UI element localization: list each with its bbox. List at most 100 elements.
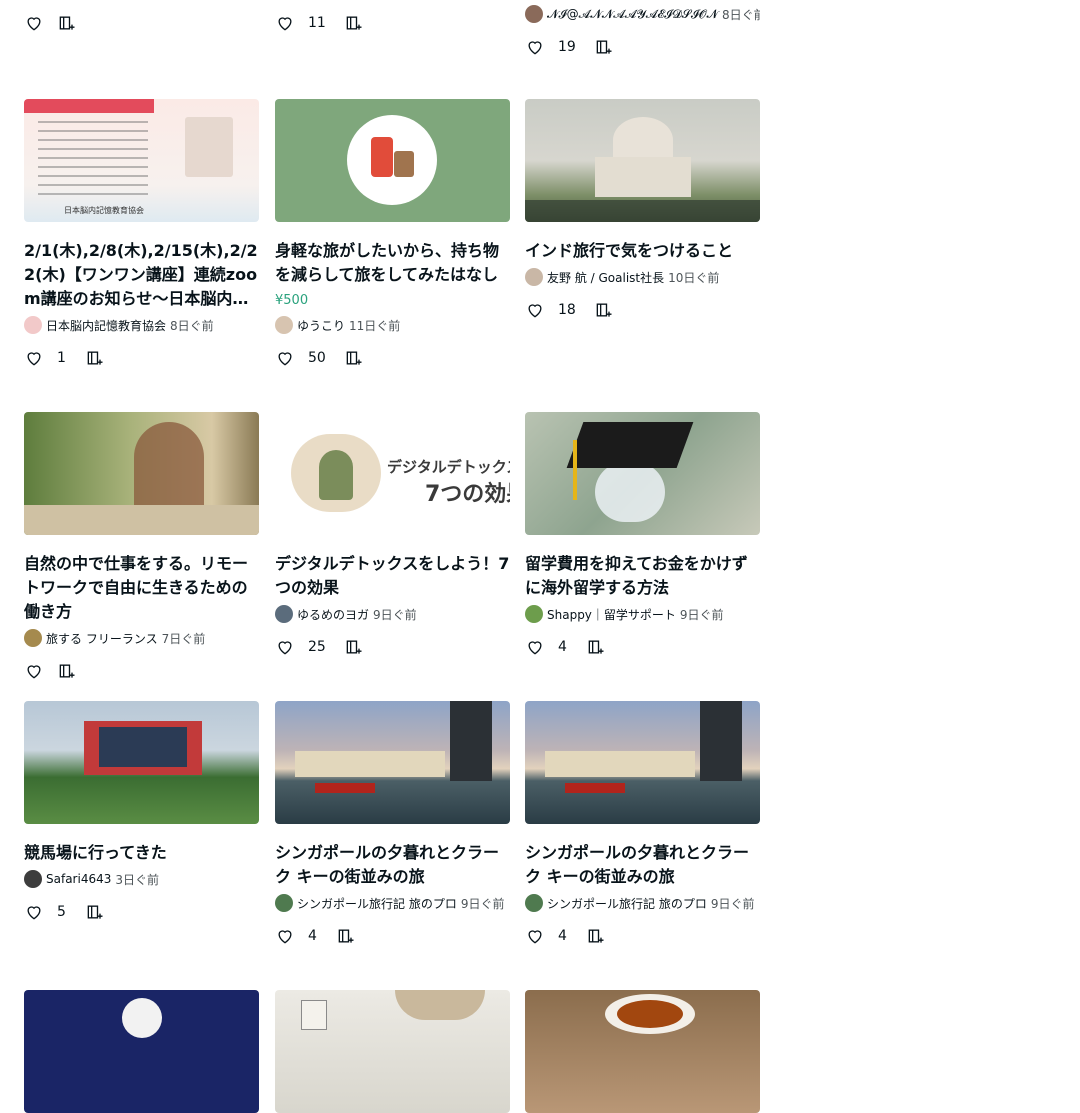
heart-icon bbox=[528, 304, 542, 318]
card-meta: Safari4643 3日ぐ前 bbox=[24, 870, 259, 888]
like-button[interactable]: 19 bbox=[525, 37, 576, 57]
avatar[interactable] bbox=[275, 894, 293, 912]
card-thumbnail[interactable]: デジタルデトックス 7つの効果 bbox=[275, 412, 510, 535]
like-button[interactable]: 11 bbox=[275, 13, 326, 33]
article-card[interactable]: シンガポールの夕暮れとクラーク キーの街並みの旅 シンガポール旅行記 旅のプロ … bbox=[275, 701, 510, 948]
avatar[interactable] bbox=[24, 629, 42, 647]
card-title[interactable]: シンガポールの夕暮れとクラーク キーの街並みの旅 bbox=[275, 841, 510, 889]
avatar[interactable] bbox=[525, 894, 543, 912]
card-actions: 4 bbox=[275, 924, 510, 948]
avatar[interactable] bbox=[275, 316, 293, 334]
avatar[interactable] bbox=[275, 605, 293, 623]
article-card[interactable]: 日本脳内記憶教育協会 2/1(木),2/8(木),2/15(木),2/22(木)… bbox=[24, 99, 259, 370]
author-name[interactable]: Shappy｜留学サポート bbox=[547, 606, 676, 623]
add-to-magazine-icon[interactable] bbox=[85, 902, 105, 922]
avatar[interactable] bbox=[525, 268, 543, 286]
author-name[interactable]: ゆうこり bbox=[297, 317, 345, 334]
article-card[interactable]: 身軽な旅がしたいから、持ち物を減らして旅をしてみたはなし ¥500 ゆうこり 1… bbox=[275, 99, 510, 370]
card-thumbnail[interactable]: 日本脳内記憶教育協会 bbox=[24, 99, 259, 222]
add-to-magazine-icon[interactable] bbox=[594, 37, 614, 57]
card-title[interactable]: インド旅行で気をつけること bbox=[525, 239, 760, 263]
author-name[interactable]: Safari4643 bbox=[46, 872, 111, 886]
add-to-magazine-icon[interactable] bbox=[85, 348, 105, 368]
card-meta: ゆるめのヨガ 9日ぐ前 bbox=[275, 605, 510, 623]
article-card[interactable] bbox=[525, 990, 760, 1113]
add-to-magazine-icon[interactable] bbox=[344, 637, 364, 657]
like-count: 18 bbox=[558, 302, 576, 318]
card-thumbnail[interactable] bbox=[525, 701, 760, 824]
like-count: 11 bbox=[308, 15, 326, 31]
author-name[interactable]: 旅する フリーランス bbox=[46, 630, 158, 647]
like-count: 5 bbox=[57, 904, 66, 920]
published-time: 11日ぐ前 bbox=[349, 318, 401, 333]
like-button[interactable]: 50 bbox=[275, 348, 326, 368]
add-to-magazine-icon[interactable] bbox=[586, 926, 606, 946]
card-meta: 日本脳内記憶教育協会 8日ぐ前 bbox=[24, 316, 259, 334]
add-to-magazine-icon[interactable] bbox=[344, 348, 364, 368]
article-card[interactable]: 自然の中で仕事をする。リモートワークで自由に生きるための働き方 旅する フリーラ… bbox=[24, 412, 259, 683]
add-to-magazine-icon[interactable] bbox=[57, 661, 77, 681]
add-to-magazine-icon[interactable] bbox=[336, 926, 356, 946]
article-card[interactable]: シンガポールの夕暮れとクラーク キーの街並みの旅 シンガポール旅行記 旅のプロ … bbox=[525, 701, 760, 948]
like-button[interactable]: 25 bbox=[275, 637, 326, 657]
card-title[interactable]: 身軽な旅がしたいから、持ち物を減らして旅をしてみたはなし bbox=[275, 239, 510, 287]
card-thumbnail[interactable] bbox=[275, 990, 510, 1113]
like-button[interactable]: 18 bbox=[525, 300, 576, 320]
article-card[interactable]: 11 bbox=[275, 0, 510, 35]
author-name[interactable]: シンガポール旅行記 旅のプロ bbox=[297, 895, 457, 912]
like-count: 1 bbox=[57, 350, 66, 366]
card-meta: 旅する フリーランス 7日ぐ前 bbox=[24, 629, 259, 647]
add-to-magazine-icon[interactable] bbox=[57, 13, 77, 33]
article-card[interactable] bbox=[275, 990, 510, 1113]
thumbnail-subheading: 7つの効果 bbox=[425, 482, 510, 507]
avatar[interactable] bbox=[525, 605, 543, 623]
author-name[interactable]: ゆるめのヨガ bbox=[297, 606, 369, 623]
card-thumbnail[interactable] bbox=[525, 990, 760, 1113]
avatar[interactable] bbox=[24, 316, 42, 334]
author-name[interactable]: 友野 航 / Goalist社長 bbox=[547, 269, 664, 286]
card-title[interactable]: デジタルデトックスをしよう！7つの効果 bbox=[275, 552, 510, 600]
card-thumbnail[interactable] bbox=[24, 701, 259, 824]
add-to-magazine-icon[interactable] bbox=[594, 300, 614, 320]
heart-icon bbox=[528, 930, 542, 944]
thumbnail-caption: 日本脳内記憶教育協会 bbox=[64, 206, 144, 215]
avatar[interactable] bbox=[24, 870, 42, 888]
author-name[interactable]: シンガポール旅行記 旅のプロ bbox=[547, 895, 707, 912]
article-card[interactable]: 競馬場に行ってきた Safari4643 3日ぐ前 5 bbox=[24, 701, 259, 924]
like-button[interactable]: 1 bbox=[24, 348, 67, 368]
like-button[interactable]: 4 bbox=[275, 926, 318, 946]
card-title[interactable]: 2/1(木),2/8(木),2/15(木),2/22(木)【ワンワン講座】連続z… bbox=[24, 239, 259, 311]
like-count: 25 bbox=[308, 639, 326, 655]
card-thumbnail[interactable] bbox=[24, 990, 259, 1113]
article-card[interactable]: インド旅行で気をつけること 友野 航 / Goalist社長 10日ぐ前 18 bbox=[525, 99, 760, 322]
like-count: 19 bbox=[558, 39, 576, 55]
card-thumbnail[interactable] bbox=[275, 701, 510, 824]
card-thumbnail[interactable] bbox=[525, 99, 760, 222]
like-button[interactable]: 4 bbox=[525, 637, 568, 657]
article-card[interactable]: 𝓝𝓘@𝓐𝓝𝓝𝓐𝓐𝓨𝓐𝓔𝓘𝓓𝓢𝓘𝓞𝓝 8日ぐ前 19 bbox=[525, 0, 760, 59]
card-thumbnail[interactable] bbox=[525, 412, 760, 535]
like-button[interactable] bbox=[24, 13, 44, 33]
card-thumbnail[interactable] bbox=[24, 412, 259, 535]
article-card[interactable]: 留学費用を抑えてお金をかけずに海外留学する方法 Shappy｜留学サポート 9日… bbox=[525, 412, 760, 659]
card-title[interactable]: シンガポールの夕暮れとクラーク キーの街並みの旅 bbox=[525, 841, 760, 889]
author-name[interactable]: 日本脳内記憶教育協会 bbox=[46, 317, 166, 334]
author-name[interactable]: 𝓝𝓘@𝓐𝓝𝓝𝓐𝓐𝓨𝓐𝓔𝓘𝓓𝓢𝓘𝓞𝓝 bbox=[547, 7, 718, 22]
like-button[interactable]: 5 bbox=[24, 902, 67, 922]
article-card[interactable] bbox=[24, 990, 259, 1113]
article-card[interactable]: デジタルデトックス 7つの効果 デジタルデトックスをしよう！7つの効果 ゆるめの… bbox=[275, 412, 510, 659]
published-time: 10日ぐ前 bbox=[668, 270, 720, 285]
card-title[interactable]: 自然の中で仕事をする。リモートワークで自由に生きるための働き方 bbox=[24, 552, 259, 624]
card-title[interactable]: 留学費用を抑えてお金をかけずに海外留学する方法 bbox=[525, 552, 760, 600]
like-button[interactable] bbox=[24, 661, 44, 681]
avatar[interactable] bbox=[525, 5, 543, 23]
card-actions: 50 bbox=[275, 346, 510, 370]
article-card[interactable] bbox=[24, 0, 259, 35]
like-count: 4 bbox=[558, 639, 567, 655]
add-to-magazine-icon[interactable] bbox=[344, 13, 364, 33]
card-thumbnail[interactable] bbox=[275, 99, 510, 222]
card-title[interactable]: 競馬場に行ってきた bbox=[24, 841, 259, 865]
like-button[interactable]: 4 bbox=[525, 926, 568, 946]
heart-icon bbox=[27, 17, 41, 31]
add-to-magazine-icon[interactable] bbox=[586, 637, 606, 657]
